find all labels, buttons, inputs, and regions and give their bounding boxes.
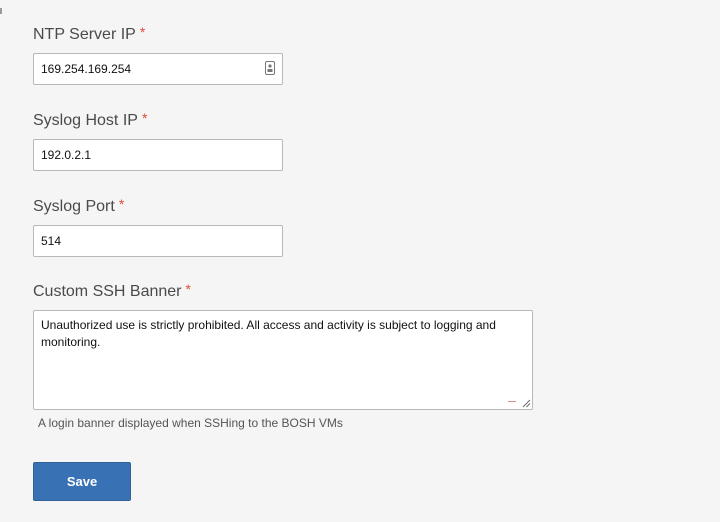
save-button[interactable]: Save (33, 462, 131, 501)
required-asterisk: * (185, 281, 191, 297)
password-manager-icon[interactable] (265, 61, 275, 75)
syslog-port-input[interactable] (34, 226, 261, 256)
syslog-port-label-text: Syslog Port (33, 198, 115, 215)
syslog-host-field[interactable] (33, 139, 283, 171)
ntp-server-input[interactable] (34, 54, 261, 84)
ssh-banner-label-text: Custom SSH Banner (33, 283, 182, 300)
ssh-banner-field[interactable]: Unauthorized use is strictly prohibited.… (33, 310, 533, 410)
ssh-banner-textarea[interactable]: Unauthorized use is strictly prohibited.… (34, 311, 532, 407)
config-form-page: NTP Server IP* Syslog Host IP* Syslog Po… (0, 0, 720, 522)
edge-mark (0, 8, 2, 14)
syslog-host-label-text: Syslog Host IP (33, 112, 138, 129)
ssh-banner-label: Custom SSH Banner * (33, 281, 191, 301)
required-asterisk: * (118, 196, 125, 212)
syslog-port-label: Syslog Port * (33, 196, 124, 216)
syslog-port-field[interactable] (33, 225, 283, 257)
syslog-host-label: Syslog Host IP * (33, 110, 147, 130)
required-asterisk: * (139, 24, 146, 40)
ntp-server-label-text: NTP Server IP (33, 26, 136, 43)
syslog-host-input[interactable] (34, 140, 261, 170)
resize-handle-icon[interactable] (522, 399, 531, 408)
ntp-server-field[interactable] (33, 53, 283, 85)
ntp-server-label: NTP Server IP * (33, 24, 145, 44)
ssh-banner-helper-text: A login banner displayed when SSHing to … (38, 416, 343, 430)
required-asterisk: * (141, 110, 148, 126)
spellcheck-mark (508, 401, 516, 402)
